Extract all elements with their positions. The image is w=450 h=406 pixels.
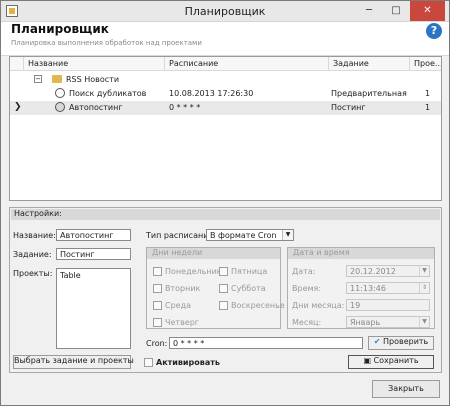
column-header-project[interactable]: Прое... — [410, 57, 441, 71]
scheduler-window: Планировщик ─ □ ✕ Планировщик Планировка… — [0, 0, 450, 406]
month-label: Месяц: — [292, 318, 322, 327]
cron-label: Cron: — [146, 339, 168, 348]
activate-checkbox[interactable] — [144, 358, 153, 367]
projects-field[interactable]: Table — [56, 268, 131, 349]
thursday-label: Четверг — [165, 318, 199, 327]
clock-icon — [55, 102, 65, 112]
settings-title: Настройки: — [11, 209, 440, 220]
row-project: 1 — [425, 103, 431, 112]
tree-row-task[interactable]: Поиск дубликатов 10.08.2013 17:26:30 Пре… — [10, 87, 441, 101]
row-project: 1 — [425, 89, 431, 98]
column-header-name[interactable]: Название — [24, 57, 165, 71]
row-name: Поиск дубликатов — [69, 89, 147, 98]
row-task: Предварительная ... — [331, 89, 408, 98]
help-icon[interactable]: ? — [426, 23, 442, 39]
save-button-label: Сохранить — [373, 356, 419, 365]
clock-icon — [55, 88, 65, 98]
tree-row-task-selected[interactable]: ❯ Автопостинг 0 * * * * Постинг 1 — [10, 101, 441, 115]
task-label: Задание: — [13, 250, 52, 259]
collapse-icon[interactable]: − — [34, 75, 42, 83]
monday-label: Понедельник — [165, 267, 222, 276]
close-button[interactable]: Закрыть — [372, 380, 440, 398]
schedule-tree-grid[interactable]: Название Расписание Задание Прое... − RS… — [9, 56, 442, 201]
saturday-label: Суббота — [231, 284, 266, 293]
spinner-icon[interactable]: ⇕ — [419, 283, 429, 293]
thursday-checkbox[interactable] — [153, 318, 162, 327]
days-of-month-field[interactable]: 19 — [346, 299, 430, 311]
weekdays-title: Дни недели — [147, 248, 280, 259]
schedule-type-value: В формате Cron — [210, 231, 277, 240]
select-task-projects-button[interactable]: Выбрать задание и проекты — [13, 355, 134, 369]
minimize-button[interactable]: ─ — [356, 1, 382, 21]
tuesday-label: Вторник — [165, 284, 201, 293]
projects-label: Проекты: — [13, 269, 53, 278]
save-icon: ▣ — [363, 356, 371, 365]
date-label: Дата: — [292, 267, 316, 276]
time-value: 11:13:46 — [350, 284, 386, 293]
days-of-month-label: Дни месяца: — [292, 301, 345, 310]
friday-label: Пятница — [231, 267, 268, 276]
month-value: Январь — [350, 318, 381, 327]
row-schedule: 0 * * * * — [169, 103, 201, 112]
maximize-button[interactable]: □ — [383, 1, 409, 21]
header: Планировщик Планировка выполнения обрабо… — [1, 22, 449, 56]
check-icon: ✔ — [373, 337, 381, 346]
close-window-button[interactable]: ✕ — [410, 1, 445, 21]
chevron-down-icon[interactable]: ▼ — [419, 317, 429, 327]
name-field[interactable]: Автопостинг — [56, 229, 131, 241]
cron-field[interactable]: 0 * * * * — [169, 337, 363, 349]
month-select[interactable]: Январь ▼ — [346, 316, 430, 328]
wednesday-checkbox[interactable] — [153, 301, 162, 310]
wednesday-label: Среда — [165, 301, 192, 310]
current-row-arrow-icon: ❯ — [14, 102, 22, 112]
calendar-dropdown-icon[interactable]: ▼ — [419, 266, 429, 276]
time-label: Время: — [292, 284, 322, 293]
sunday-label: Воскресенье — [231, 301, 285, 310]
row-name: RSS Новости — [66, 75, 120, 84]
page-title: Планировщик — [11, 22, 109, 36]
folder-icon — [52, 75, 62, 83]
saturday-checkbox[interactable] — [219, 284, 228, 293]
schedule-type-select[interactable]: В формате Cron ▼ — [206, 229, 294, 241]
tree-row-group[interactable]: − RSS Новости — [10, 73, 441, 87]
title-bar[interactable]: Планировщик ─ □ ✕ — [1, 1, 449, 22]
check-button-label: Проверить — [382, 337, 429, 346]
save-button[interactable]: ▣ Сохранить — [348, 355, 434, 369]
row-name: Автопостинг — [69, 103, 123, 112]
row-schedule: 10.08.2013 17:26:30 — [169, 89, 254, 98]
chevron-down-icon[interactable]: ▼ — [282, 230, 293, 240]
check-button[interactable]: ✔ Проверить — [368, 336, 434, 350]
grid-header-spacer — [10, 57, 24, 71]
tuesday-checkbox[interactable] — [153, 284, 162, 293]
datetime-title: Дата и время — [288, 248, 434, 259]
date-picker[interactable]: 20.12.2012 ▼ — [346, 265, 430, 277]
column-header-task[interactable]: Задание — [329, 57, 410, 71]
sunday-checkbox[interactable] — [219, 301, 228, 310]
monday-checkbox[interactable] — [153, 267, 162, 276]
name-label: Название: — [13, 231, 56, 240]
date-value: 20.12.2012 — [350, 267, 396, 276]
row-task: Постинг — [331, 103, 366, 112]
page-subtitle: Планировка выполнения обработок над прое… — [11, 39, 202, 47]
activate-label: Активировать — [156, 358, 220, 367]
column-header-schedule[interactable]: Расписание — [165, 57, 329, 71]
time-spinner[interactable]: 11:13:46 ⇕ — [346, 282, 430, 294]
friday-checkbox[interactable] — [219, 267, 228, 276]
task-field[interactable]: Постинг — [56, 248, 131, 260]
